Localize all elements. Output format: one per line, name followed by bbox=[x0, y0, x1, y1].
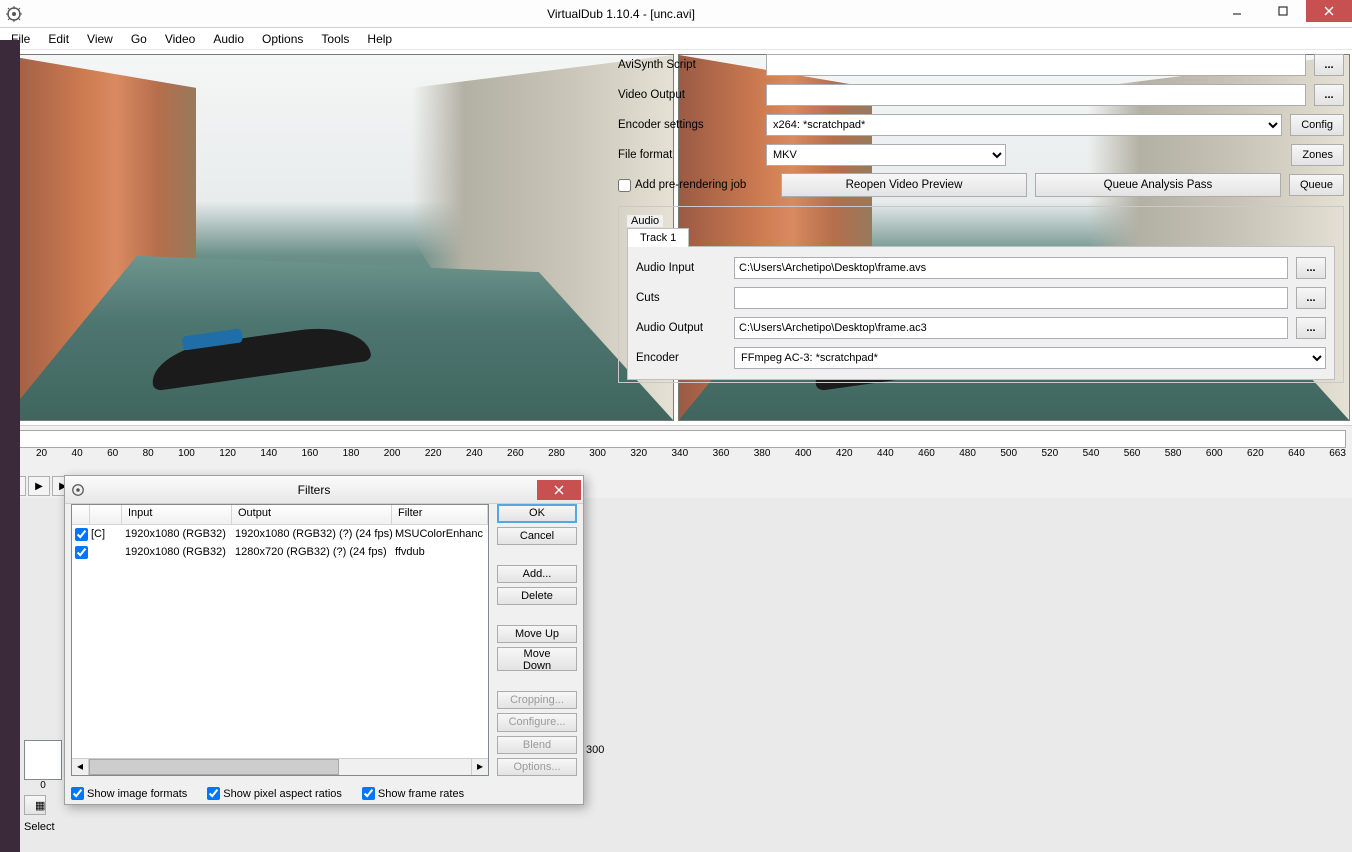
app-icon bbox=[0, 0, 28, 28]
filter-list[interactable]: Input Output Filter [C]1920x1080 (RGB32)… bbox=[71, 504, 489, 776]
filter-row-checkbox[interactable] bbox=[75, 528, 88, 541]
frame-count-label: 300 bbox=[586, 744, 604, 756]
audio-input-browse-button[interactable]: ... bbox=[1296, 257, 1326, 279]
delete-button[interactable]: Delete bbox=[497, 587, 577, 605]
menu-help[interactable]: Help bbox=[358, 30, 401, 48]
queue-analysis-button[interactable]: Queue Analysis Pass bbox=[1035, 173, 1281, 197]
audio-group: Audio Track 1 Audio Input ... Cuts ... A… bbox=[618, 206, 1344, 383]
move-up-button[interactable]: Move Up bbox=[497, 625, 577, 643]
file-format-label: File format bbox=[618, 149, 758, 161]
tick: 40 bbox=[72, 448, 83, 474]
tick: 60 bbox=[107, 448, 118, 474]
config-button[interactable]: Config bbox=[1290, 114, 1344, 136]
reopen-preview-button[interactable]: Reopen Video Preview bbox=[781, 173, 1027, 197]
tick: 240 bbox=[466, 448, 483, 474]
left-sidebar bbox=[0, 40, 20, 852]
tick: 260 bbox=[507, 448, 524, 474]
menu-audio[interactable]: Audio bbox=[204, 30, 253, 48]
filter-row[interactable]: 1920x1080 (RGB32)1280x720 (RGB32) (?) (2… bbox=[72, 543, 488, 561]
filter-list-scrollbar[interactable]: ◂▸ bbox=[72, 758, 488, 775]
filters-dialog-title: Filters bbox=[91, 483, 537, 497]
navigator-button[interactable]: ▦ bbox=[24, 795, 46, 815]
cancel-button[interactable]: Cancel bbox=[497, 527, 577, 545]
titlebar: VirtualDub 1.10.4 - [unc.avi] bbox=[0, 0, 1352, 28]
tick: 120 bbox=[219, 448, 236, 474]
menu-edit[interactable]: Edit bbox=[39, 30, 78, 48]
cuts-input[interactable] bbox=[734, 287, 1288, 309]
col-input-header[interactable]: Input bbox=[122, 505, 232, 524]
filters-dialog-close-button[interactable] bbox=[537, 480, 581, 500]
select-label: Select bbox=[24, 821, 62, 833]
show-par-checkbox[interactable]: Show pixel aspect ratios bbox=[207, 787, 342, 800]
tick: 220 bbox=[425, 448, 442, 474]
filter-row[interactable]: [C]1920x1080 (RGB32)1920x1080 (RGB32) (?… bbox=[72, 525, 488, 543]
video-output-browse-button[interactable]: ... bbox=[1314, 84, 1344, 106]
menu-go[interactable]: Go bbox=[122, 30, 156, 48]
zones-button[interactable]: Zones bbox=[1291, 144, 1344, 166]
show-img-formats-checkbox[interactable]: Show image formats bbox=[71, 787, 187, 800]
file-format-select[interactable]: MKV bbox=[766, 144, 1006, 166]
cuts-browse-button[interactable]: ... bbox=[1296, 287, 1326, 309]
avisynth-input[interactable] bbox=[766, 54, 1306, 76]
add-button[interactable]: Add... bbox=[497, 565, 577, 583]
window-title: VirtualDub 1.10.4 - [unc.avi] bbox=[28, 7, 1214, 21]
tick: 140 bbox=[260, 448, 277, 474]
audio-output-label: Audio Output bbox=[636, 322, 726, 334]
minimize-button[interactable] bbox=[1214, 0, 1260, 22]
input-preview-pane[interactable] bbox=[2, 54, 674, 421]
avisynth-browse-button[interactable]: ... bbox=[1314, 54, 1344, 76]
ok-button[interactable]: OK bbox=[497, 504, 577, 523]
video-output-label: Video Output bbox=[618, 89, 758, 101]
encoder-panel: AviSynth Script ... Video Output ... Enc… bbox=[618, 50, 1344, 852]
tick: 180 bbox=[343, 448, 360, 474]
cropping-button[interactable]: Cropping... bbox=[497, 691, 577, 709]
menu-video[interactable]: Video bbox=[156, 30, 204, 48]
menubar: File Edit View Go Video Audio Options To… bbox=[0, 28, 1352, 50]
audio-input-field[interactable] bbox=[734, 257, 1288, 279]
menu-options[interactable]: Options bbox=[253, 30, 312, 48]
tick: 300 bbox=[589, 448, 606, 474]
close-button[interactable] bbox=[1306, 0, 1352, 22]
play-input-button[interactable]: ▶ bbox=[28, 476, 50, 496]
queue-button[interactable]: Queue bbox=[1289, 174, 1344, 196]
tick: 200 bbox=[384, 448, 401, 474]
filter-row-checkbox[interactable] bbox=[75, 546, 88, 559]
tab-track1[interactable]: Track 1 bbox=[627, 228, 689, 247]
tick: 80 bbox=[143, 448, 154, 474]
audio-encoder-label: Encoder bbox=[636, 352, 726, 364]
encoder-settings-select[interactable]: x264: *scratchpad* bbox=[766, 114, 1282, 136]
video-output-input[interactable] bbox=[766, 84, 1306, 106]
tick: 20 bbox=[36, 448, 47, 474]
encoder-settings-label: Encoder settings bbox=[618, 119, 758, 131]
blend-button[interactable]: Blend bbox=[497, 736, 577, 754]
move-down-button[interactable]: Move Down bbox=[497, 647, 577, 671]
audio-output-browse-button[interactable]: ... bbox=[1296, 317, 1326, 339]
tick: 280 bbox=[548, 448, 565, 474]
col-filter-header[interactable]: Filter bbox=[392, 505, 488, 524]
filters-dialog: Filters Input Output Filter [C]1920x1080… bbox=[64, 475, 584, 805]
tick: 160 bbox=[302, 448, 319, 474]
audio-group-title: Audio bbox=[627, 215, 663, 227]
menu-view[interactable]: View bbox=[78, 30, 122, 48]
maximize-button[interactable] bbox=[1260, 0, 1306, 22]
navigator-widget: 0 ▦ Select bbox=[24, 740, 62, 833]
options-button[interactable]: Options... bbox=[497, 758, 577, 776]
menu-tools[interactable]: Tools bbox=[312, 30, 358, 48]
tick: 100 bbox=[178, 448, 195, 474]
prerender-checkbox[interactable]: Add pre-rendering job bbox=[618, 179, 773, 192]
show-fps-checkbox[interactable]: Show frame rates bbox=[362, 787, 464, 800]
configure-button[interactable]: Configure... bbox=[497, 713, 577, 731]
audio-encoder-select[interactable]: FFmpeg AC-3: *scratchpad* bbox=[734, 347, 1326, 369]
audio-input-label: Audio Input bbox=[636, 262, 726, 274]
avisynth-label: AviSynth Script bbox=[618, 59, 758, 71]
filters-dialog-icon bbox=[65, 483, 91, 497]
audio-output-field[interactable] bbox=[734, 317, 1288, 339]
cuts-label: Cuts bbox=[636, 292, 726, 304]
col-output-header[interactable]: Output bbox=[232, 505, 392, 524]
